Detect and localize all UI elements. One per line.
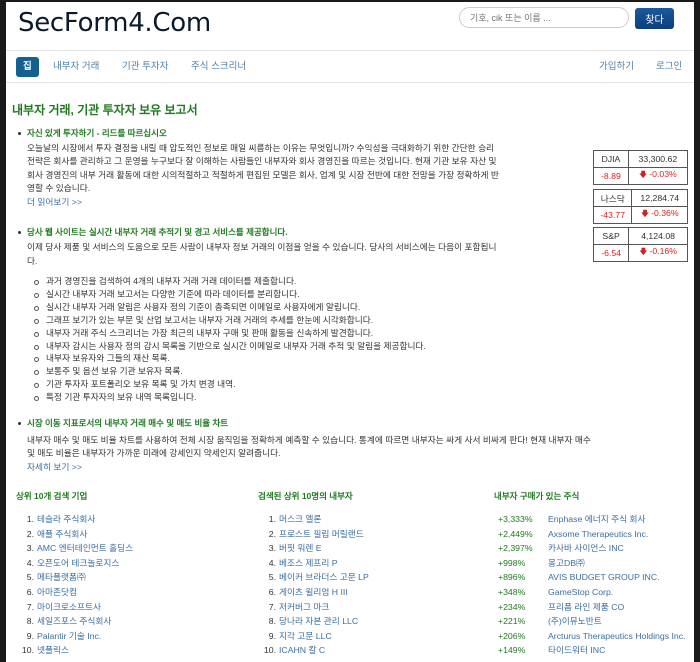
nav-signup[interactable]: 가입하기 — [592, 57, 641, 77]
list-item: 내부자 거래 주식 스크리너는 가장 최근의 내부자 구매 및 판매 활동을 신… — [32, 327, 426, 340]
list-item: 그래프 보기가 있는 부문 및 산업 보고서는 내부자 거래 거래의 추세를 한… — [32, 314, 426, 327]
search-button[interactable]: 찾다 — [635, 8, 674, 29]
text-line: 오늘날의 시장에서 투자 결정을 내릴 때 압도적인 정보로 매일 씨름하는 이… — [27, 143, 495, 153]
top-companies-title: 상위 10개 검색 기업 — [16, 491, 88, 501]
text-line: 회사 경영진의 내부 거래 활동에 대한 시의적절하고 적절하게 편집된 모델은… — [27, 169, 499, 180]
down-arrow-icon: 🡇 — [640, 209, 650, 218]
down-arrow-icon: 🡇 — [639, 247, 648, 256]
company-link[interactable]: 4. 오픈도어 테크놀로지스 — [10, 556, 133, 571]
index-change: -6.54 — [592, 244, 630, 262]
text-line: 이제 당사 제품 및 서비스의 도움으로 모든 사람이 내부자 정보 거래의 이… — [27, 242, 497, 252]
page-title: 내부자 거래, 기관 투자자 보유 보고서 — [12, 103, 198, 117]
nav-insider-trading[interactable]: 내부자 거래 — [46, 57, 106, 77]
list-item: 특정 기관 투자자의 보유 내역 목록입니다. — [32, 391, 426, 404]
search-input[interactable] — [459, 7, 629, 28]
insider-link[interactable]: 2. 프로스트 필립 머릴랜드 — [252, 527, 369, 542]
list-item: 내부자 감시는 사용자 정의 감시 목록을 기반으로 실시간 이메일로 내부자 … — [32, 340, 426, 353]
company-link[interactable]: 5. 메타플랫폼㈜ — [10, 570, 133, 585]
section-text-tracker: 이제 당사 제품 및 서비스의 도움으로 모든 사람이 내부자 정보 거래의 이… — [27, 240, 587, 268]
bullet-icon — [18, 231, 21, 234]
index-change: -8.89 — [593, 167, 629, 185]
search-form: 찾다 — [459, 7, 674, 29]
index-name[interactable]: DJIA — [593, 150, 629, 168]
page: SecForm4.Com 찾다 집 내부자 거래 기관 투자자 주식 스크리너 … — [6, 2, 694, 662]
index-name[interactable]: 나스닥 — [592, 189, 633, 207]
down-arrow-icon: 🡇 — [639, 170, 648, 179]
stock-link[interactable]: +998% 몽고DB㈜ — [498, 556, 685, 571]
text-line: 다. — [27, 256, 38, 266]
insider-link[interactable]: 1. 머스크 엘론 — [252, 512, 369, 527]
insider-buys-list: 내부자 구매가 있는 주식 +3,333% Enphase 에너지 주식 회사 +… — [488, 490, 685, 658]
insider-link[interactable]: 7. 저커버그 마크 — [252, 600, 369, 615]
nav-home[interactable]: 집 — [16, 57, 39, 77]
company-link[interactable]: 7. 마이크로소프트사 — [10, 600, 133, 615]
company-link[interactable]: 3. AMC 엔터테인먼트 홀딩스 — [10, 541, 133, 556]
main-nav: 집 내부자 거래 기관 투자자 주식 스크리너 가입하기 로그인 — [6, 50, 694, 83]
list-item: 내부자 보유자와 그들의 재산 목록. — [32, 352, 426, 365]
text-line: 내부자 매수 및 매도 비율 차트를 사용하여 전체 시장 움직임을 정확하게 … — [27, 435, 591, 445]
stock-link[interactable]: +896% AVIS BUDGET GROUP INC. — [498, 570, 685, 585]
company-link[interactable]: 1. 테슬라 주식회사 — [10, 512, 133, 527]
insider-link[interactable]: 4. 베조스 제프리 P — [252, 556, 369, 571]
stock-link[interactable]: +206% Arcturus Therapeutics Holdings Inc. — [498, 629, 685, 644]
insider-link[interactable]: 8. 당나라 자본 관리 LLC — [252, 614, 369, 629]
services-list: 과거 경영진을 검색하여 4개의 내부자 거래 거래 데이터를 제출합니다. 실… — [32, 275, 426, 404]
index-change: -43.77 — [592, 206, 633, 224]
company-link[interactable]: 10. 넷플릭스 — [10, 643, 133, 658]
index-name[interactable]: S&P — [592, 227, 630, 245]
company-link[interactable]: 2. 애플 주식회사 — [10, 527, 133, 542]
company-link[interactable]: 9. Palantir 기술 Inc. — [10, 629, 133, 644]
list-item: 기관 투자자 포트폴리오 보유 목록 및 가치 변경 내역. — [32, 378, 426, 391]
top-insiders-title: 검색된 상위 10명의 내부자 — [258, 491, 353, 501]
stock-link[interactable]: +149% 타이드워터 INC — [498, 643, 685, 658]
index-pct: -0.03% — [649, 169, 677, 179]
stock-link[interactable]: +221% (주)이뮤노반트 — [498, 614, 685, 629]
insider-link[interactable]: 5. 베이커 브라더스 고문 LP — [252, 570, 369, 585]
insider-link[interactable]: 3. 버핏 워렌 E — [252, 541, 369, 556]
stock-link[interactable]: +234% 프리폼 라인 제품 CO — [498, 600, 685, 615]
insider-link[interactable]: 10. ICAHN 칼 C — [252, 643, 369, 658]
index-value: 33,300.62 — [627, 150, 689, 168]
section-title-ratio-chart: 시장 이동 지표로서의 내부자 거래 매수 및 매도 비율 차트 — [27, 418, 229, 428]
list-item: 실시간 내부자 거래 보고서는 다양한 기준에 따라 데이터를 분리합니다. — [32, 288, 426, 301]
index-value: 12,284.74 — [631, 189, 688, 207]
index-pct: -0.36% — [651, 208, 679, 218]
see-more-link[interactable]: 자세히 보기 >> — [27, 461, 692, 474]
index-value: 4,124.08 — [628, 227, 688, 245]
index-pct: -0.16% — [649, 246, 677, 256]
text-line: 및 매도 비율은 내부자가 가까운 미래에 강세인지 약세인지 알려줍니다. — [27, 448, 281, 459]
list-item: 실시간 내부자 거래 알림은 사용자 정의 기준이 충족되면 이메일로 사용자에… — [32, 301, 426, 314]
section-text-ratio-chart: 내부자 매수 및 매도 비율 차트를 사용하여 전체 시장 움직임을 정확하게 … — [27, 434, 692, 474]
read-more-link[interactable]: 더 읽어보기 >> — [27, 196, 587, 209]
section-title-tracker: 당사 웹 사이트는 실시간 내부자 거래 추적기 및 경고 서비스를 제공합니다… — [27, 227, 288, 237]
text-line: 전략은 회사를 관리하고 그 운영을 누구보다 잘 이해하는 사람들인 내부자와… — [27, 156, 497, 167]
list-item: 과거 경영진을 검색하여 4개의 내부자 거래 거래 데이터를 제출합니다. — [32, 275, 426, 288]
section-text-invest: 오늘날의 시장에서 투자 결정을 내릴 때 압도적인 정보로 매일 씨름하는 이… — [27, 142, 587, 209]
stock-link[interactable]: +3,333% Enphase 에너지 주식 회사 — [498, 512, 685, 527]
company-link[interactable]: 8. 세일즈포스 주식회사 — [10, 614, 133, 629]
nav-institutional-investors[interactable]: 기관 투자자 — [115, 57, 175, 77]
bullet-icon — [18, 132, 21, 135]
top-insiders-list: 검색된 상위 10명의 내부자 1. 머스크 엘론 2. 프로스트 필립 머릴랜드 … — [252, 490, 369, 658]
nav-login[interactable]: 로그인 — [649, 57, 689, 77]
list-item: 보통주 및 옵션 보유 기관 보유자 목록. — [32, 365, 426, 378]
section-title-invest: 자신 있게 투자하기 - 리드를 따르십시오 — [27, 128, 167, 138]
insider-link[interactable]: 9. 지각 고문 LLC — [252, 629, 369, 644]
stock-link[interactable]: +348% GameStop Corp. — [498, 585, 685, 600]
stock-link[interactable]: +2,397% 카사바 사이언스 INC — [498, 541, 685, 556]
nav-stock-screener[interactable]: 주식 스크리너 — [184, 57, 253, 77]
stock-link[interactable]: +2,449% Axsome Therapeutics Inc. — [498, 527, 685, 542]
text-line: 영할 수 있습니다. — [27, 183, 91, 194]
bullet-icon — [18, 422, 21, 425]
index-nasdaq: 나스닥 12,284.74 -43.77 🡇 -0.36% — [592, 189, 688, 224]
top-companies-list: 상위 10개 검색 기업 1. 테슬라 주식회사 2. 애플 주식회사 3. AMC … — [10, 490, 133, 658]
site-logo[interactable]: SecForm4.Com — [18, 8, 211, 38]
index-djia: DJIA 33,300.62 -8.89 🡇 -0.03% — [593, 150, 689, 185]
index-sp500: S&P 4,124.08 -6.54 🡇 -0.16% — [592, 227, 688, 262]
insider-link[interactable]: 6. 게이츠 윌리엄 H III — [252, 585, 369, 600]
insider-buys-title: 내부자 구매가 있는 주식 — [494, 491, 580, 501]
company-link[interactable]: 6. 아마존닷컴 — [10, 585, 133, 600]
